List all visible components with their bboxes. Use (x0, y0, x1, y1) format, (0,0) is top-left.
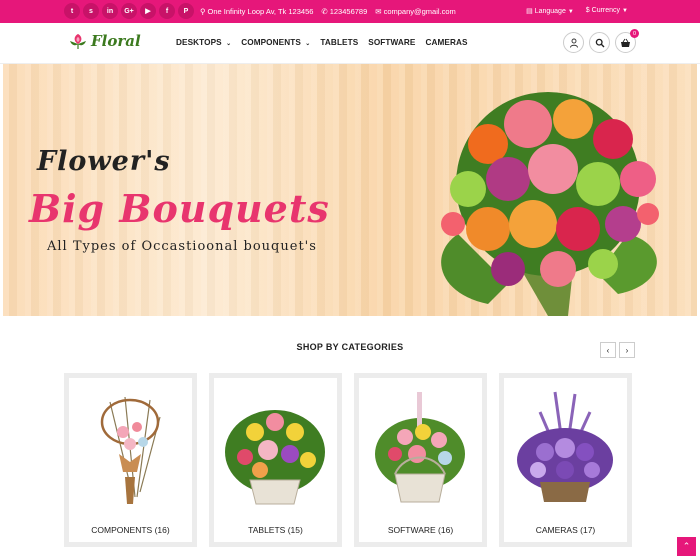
contact-info: ⚲ One Infinity Loop Av, Tk 123456 ✆ 123456… (200, 7, 456, 16)
card-inner: CAMERAS (17) (504, 378, 627, 542)
logo[interactable]: Floral (68, 32, 141, 50)
category-card-tablets[interactable]: TABLETS (15) (209, 373, 342, 547)
logo-text: Floral (91, 32, 141, 50)
flag-icon: ▤ (526, 8, 535, 15)
nav-software[interactable]: SOFTWARE (368, 38, 415, 47)
prev-arrow-button[interactable]: ‹ (600, 342, 616, 358)
hero-banner[interactable]: Flower's Big Bouquets All Types of Occas… (3, 64, 697, 316)
carousel-arrows: ‹ › (600, 342, 635, 358)
card-inner: TABLETS (15) (214, 378, 337, 542)
basket-arrangement-image (375, 392, 465, 503)
banner-heading-2: Big Bouquets (29, 186, 330, 231)
twitter-icon[interactable]: t (64, 3, 80, 19)
language-dropdown[interactable]: ▤ Language ▼ (526, 7, 574, 15)
email-item[interactable]: ✉ company@gmail.com (375, 7, 456, 16)
nav-label: COMPONENTS (241, 38, 301, 47)
youtube-icon[interactable]: ▶ (140, 3, 156, 19)
chevron-down-icon: ⌄ (305, 41, 311, 47)
language-label: Language (534, 8, 566, 15)
account-button[interactable] (563, 32, 584, 53)
basket-arrangement-image (225, 410, 325, 505)
cart-button[interactable]: 0 (615, 29, 639, 53)
basket-arrangement-image (100, 396, 161, 504)
pinterest-icon[interactable]: P (178, 3, 194, 19)
currency-dropdown[interactable]: $ Currency ▼ (586, 7, 628, 15)
caret-down-icon: ▼ (567, 9, 574, 15)
social-links: t s in G+ ▶ f P (64, 3, 194, 19)
location-pin-icon: ⚲ (200, 7, 206, 16)
bouquet-image (441, 92, 659, 316)
address-text: One Infinity Loop Av, Tk 123456 (207, 7, 314, 16)
nav-desktops[interactable]: DESKTOPS ⌄ (176, 38, 231, 47)
category-label: COMPONENTS (16) (91, 525, 170, 535)
chevron-down-icon: ⌄ (226, 41, 232, 47)
top-bar: t s in G+ ▶ f P ⚲ One Infinity Loop Av, T… (0, 0, 700, 23)
basket-icon (621, 38, 630, 47)
skype-icon[interactable]: s (83, 3, 99, 19)
category-card-cameras[interactable]: CAMERAS (17) (499, 373, 632, 547)
main-nav: DESKTOPS ⌄ COMPONENTS ⌄ TABLETS SOFTWARE… (176, 38, 468, 47)
category-card-components[interactable]: COMPONENTS (16) (64, 373, 197, 547)
envelope-icon: ✉ (375, 7, 382, 16)
back-to-top-button[interactable]: ⌃ (677, 537, 696, 556)
section-title: SHOP BY CATEGORIES (296, 342, 404, 352)
nav-label: DESKTOPS (176, 38, 222, 47)
linkedin-icon[interactable]: in (102, 3, 118, 19)
cart-count-badge: 0 (630, 29, 639, 38)
phone-text: 123456789 (329, 7, 368, 16)
banner-subheading: All Types of Occastioonal bouquet's (47, 239, 317, 254)
search-icon (595, 38, 604, 47)
facebook-icon[interactable]: f (159, 3, 175, 19)
user-icon (569, 38, 578, 48)
banner-heading-1: Flower's (37, 146, 171, 177)
search-button[interactable] (589, 32, 610, 53)
header-icons: 0 (563, 29, 639, 53)
next-arrow-button[interactable]: › (619, 342, 635, 358)
category-cards: COMPONENTS (16) TABLETS (15) SOFTWARE (1… (64, 373, 632, 547)
nav-cameras[interactable]: CAMERAS (425, 38, 467, 47)
google-plus-icon[interactable]: G+ (121, 3, 137, 19)
caret-down-icon: ▼ (622, 8, 628, 14)
basket-arrangement-image (517, 391, 613, 502)
card-inner: SOFTWARE (16) (359, 378, 482, 542)
card-inner: COMPONENTS (16) (69, 378, 192, 542)
category-label: SOFTWARE (16) (387, 525, 454, 535)
category-card-software[interactable]: SOFTWARE (16) (354, 373, 487, 547)
phone-item[interactable]: ✆ 123456789 (321, 7, 367, 16)
top-right-menus: ▤ Language ▼ $ Currency ▼ (526, 7, 628, 15)
nav-tablets[interactable]: TABLETS (320, 38, 358, 47)
category-label: TABLETS (15) (248, 525, 303, 535)
email-text: company@gmail.com (383, 7, 456, 16)
address-item: ⚲ One Infinity Loop Av, Tk 123456 (200, 7, 313, 16)
rose-logo-icon (70, 34, 86, 49)
nav-components[interactable]: COMPONENTS ⌄ (241, 38, 310, 47)
currency-label: Currency (591, 7, 621, 14)
category-label: CAMERAS (17) (535, 525, 596, 535)
main-header: Floral DESKTOPS ⌄ COMPONENTS ⌄ TABLETS S… (0, 23, 700, 64)
phone-icon: ✆ (321, 7, 328, 16)
